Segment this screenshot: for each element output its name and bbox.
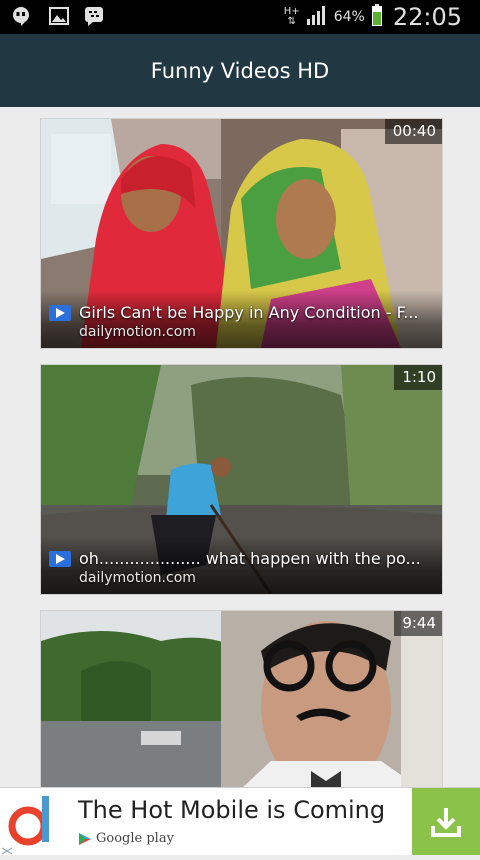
status-indicators: H+ ⇅ 64% 22:05 xyxy=(284,3,462,31)
ad-store-label: Google play xyxy=(96,831,174,846)
hangouts-icon xyxy=(10,5,32,27)
ad-logo xyxy=(0,788,64,855)
video-caption: Girls Can't be Happy in Any Condition - … xyxy=(41,290,442,348)
video-card[interactable]: 00:40 Girls Can't be Happy in Any Condit… xyxy=(40,118,443,349)
video-title: Girls Can't be Happy in Any Condition - … xyxy=(79,303,419,322)
video-thumbnail xyxy=(41,611,442,789)
google-play-icon xyxy=(79,832,91,845)
video-duration: 00:40 xyxy=(384,119,442,144)
video-duration: 9:44 xyxy=(394,611,442,636)
video-source: dailymotion.com xyxy=(79,570,196,586)
video-duration: 1:10 xyxy=(394,365,442,390)
image-notification-icon xyxy=(48,5,70,27)
video-card[interactable]: 9:44 xyxy=(40,610,443,789)
status-time: 22:05 xyxy=(392,3,462,31)
video-title: oh.................... what happen with … xyxy=(79,549,421,568)
data-arrows-icon: ⇅ xyxy=(287,16,296,27)
play-icon xyxy=(49,550,71,567)
ad-banner[interactable]: The Hot Mobile is Coming Google play xyxy=(0,787,480,855)
signal-icon xyxy=(306,5,328,30)
video-caption: oh.................... what happen with … xyxy=(41,536,442,594)
bbm-icon xyxy=(83,5,105,27)
battery-percent: 64% xyxy=(333,9,365,25)
video-card[interactable]: 1:10 oh.................... what happen … xyxy=(40,364,443,595)
battery-icon xyxy=(371,3,383,31)
download-button[interactable] xyxy=(412,788,480,855)
video-source: dailymotion.com xyxy=(79,324,196,340)
play-icon xyxy=(49,304,71,321)
app-bar: Funny Videos HD xyxy=(0,34,480,107)
ad-title: The Hot Mobile is Coming xyxy=(78,796,386,824)
page-title: Funny Videos HD xyxy=(150,58,330,83)
download-icon xyxy=(431,807,461,837)
network-indicator: H+ ⇅ xyxy=(284,7,300,27)
google-play-badge: Google play xyxy=(78,831,174,846)
status-bar: H+ ⇅ 64% 22:05 xyxy=(0,0,480,34)
